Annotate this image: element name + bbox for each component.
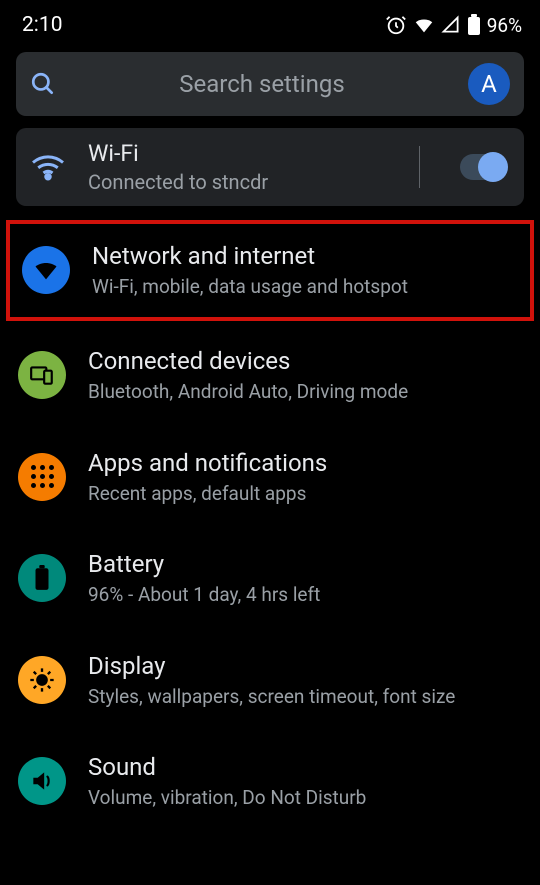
wifi-toggle-knob [478,152,508,182]
search-icon [30,71,56,97]
wifi-status-icon [413,14,435,36]
item-title: Apps and notifications [88,449,520,478]
item-title: Network and internet [92,242,516,271]
sound-icon [18,757,66,805]
item-apps-notifications[interactable]: Apps and notifications Recent apps, defa… [0,427,540,528]
wifi-card-subtitle: Connected to stncdr [88,170,391,194]
item-display[interactable]: Display Styles, wallpapers, screen timeo… [0,630,540,731]
item-title: Display [88,652,520,681]
item-battery[interactable]: Battery 96% - About 1 day, 4 hrs left [0,528,540,629]
wifi-card-divider [419,146,420,188]
network-icon [22,246,70,294]
item-subtitle: Volume, vibration, Do Not Disturb [88,786,520,811]
display-icon [18,656,66,704]
item-title: Sound [88,753,520,782]
cellular-icon [441,15,461,35]
item-network-internet[interactable]: Network and internet Wi-Fi, mobile, data… [6,220,534,321]
settings-list: Network and internet Wi-Fi, mobile, data… [0,220,540,833]
item-sound[interactable]: Sound Volume, vibration, Do Not Disturb [0,731,540,832]
wifi-card-title: Wi-Fi [88,140,391,167]
wifi-quick-card[interactable]: Wi-Fi Connected to stncdr [16,128,524,206]
item-subtitle: Styles, wallpapers, screen timeout, font… [88,685,520,710]
search-placeholder: Search settings [76,70,448,98]
item-subtitle: Recent apps, default apps [88,482,520,507]
item-title: Connected devices [88,347,520,376]
item-connected-devices[interactable]: Connected devices Bluetooth, Android Aut… [0,325,540,426]
item-subtitle: Bluetooth, Android Auto, Driving mode [88,380,520,405]
alarm-icon [385,14,407,36]
account-avatar[interactable]: A [468,63,510,105]
connected-devices-icon [18,351,66,399]
battery-icon [467,14,481,36]
battery-item-icon [18,554,66,602]
status-icons: 96% [385,14,522,37]
apps-icon [18,453,66,501]
search-bar[interactable]: Search settings A [16,52,524,116]
wifi-toggle[interactable] [460,154,506,180]
battery-percent: 96% [487,14,522,37]
item-title: Battery [88,550,520,579]
item-subtitle: 96% - About 1 day, 4 hrs left [88,583,520,608]
status-time: 2:10 [22,13,63,37]
status-bar: 2:10 96% [0,0,540,46]
wifi-icon [30,149,66,185]
wifi-card-texts: Wi-Fi Connected to stncdr [88,140,391,194]
item-subtitle: Wi-Fi, mobile, data usage and hotspot [92,275,516,300]
